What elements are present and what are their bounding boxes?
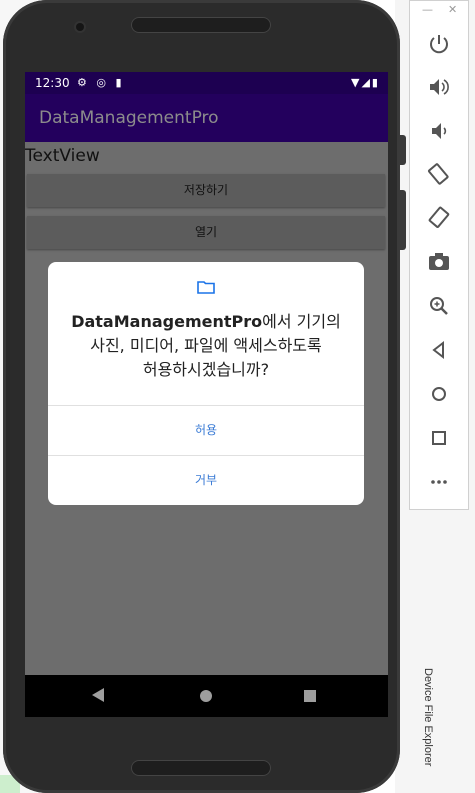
message-line2: 사진, 미디어, 파일에 액세스하도록 (90, 336, 322, 355)
home-icon[interactable] (426, 381, 452, 407)
top-speaker (131, 17, 271, 33)
zoom-icon[interactable] (426, 293, 452, 319)
permission-dialog: DataManagementPro에서 기기의 사진, 미디어, 파일에 액세스… (48, 262, 364, 505)
back-icon[interactable] (426, 337, 452, 363)
minimize-icon[interactable]: — (422, 3, 433, 16)
recents-icon[interactable] (304, 690, 316, 702)
emulator-toolbar: — ✕ (409, 0, 469, 510)
phone-frame: 12:30 ⚙ ◎ ▮ ▼◢▮ DataManagementPro TextVi… (3, 0, 406, 793)
bottom-speaker (131, 760, 271, 776)
app-bar: DataManagementPro (25, 94, 388, 142)
textview-label: TextView (25, 146, 100, 166)
camera-icon[interactable] (426, 249, 452, 275)
rotate-left-icon[interactable] (426, 161, 452, 187)
volume-button[interactable] (400, 190, 406, 250)
message-line3: 허용하시겠습니까? (142, 360, 270, 379)
power-button[interactable] (400, 135, 406, 165)
app-title: DataManagementPro (39, 108, 219, 128)
device-file-explorer-tab[interactable]: Device File Explorer (420, 668, 434, 788)
back-icon[interactable] (92, 688, 104, 702)
status-time: 12:30 (35, 76, 70, 90)
front-camera (76, 23, 84, 31)
permission-message: DataManagementPro에서 기기의 사진, 미디어, 파일에 액세스… (62, 310, 350, 382)
volume-up-icon[interactable] (426, 74, 452, 100)
folder-icon (197, 281, 215, 294)
signal-battery-icon: ▼◢▮ (351, 76, 380, 89)
power-icon[interactable] (426, 31, 452, 57)
close-icon[interactable]: ✕ (448, 3, 457, 16)
device-screen: 12:30 ⚙ ◎ ▮ ▼◢▮ DataManagementPro TextVi… (25, 72, 388, 717)
message-line1: 에서 기기의 (262, 312, 341, 331)
status-bar: 12:30 ⚙ ◎ ▮ ▼◢▮ (25, 72, 388, 94)
overview-icon[interactable] (426, 425, 452, 451)
notification-icons: ⚙ ◎ ▮ (77, 76, 125, 89)
allow-button[interactable]: 허용 (48, 406, 364, 454)
save-button[interactable]: 저장하기 (27, 174, 385, 207)
dialog-app-name: DataManagementPro (71, 312, 263, 331)
navigation-bar (25, 675, 388, 717)
emulator-window-controls: — ✕ (410, 1, 468, 19)
deny-button[interactable]: 거부 (48, 456, 364, 504)
open-button[interactable]: 열기 (27, 216, 385, 249)
volume-down-icon[interactable] (426, 118, 452, 144)
more-icon[interactable] (426, 469, 452, 495)
rotate-right-icon[interactable] (426, 205, 452, 231)
home-icon[interactable] (200, 690, 212, 702)
